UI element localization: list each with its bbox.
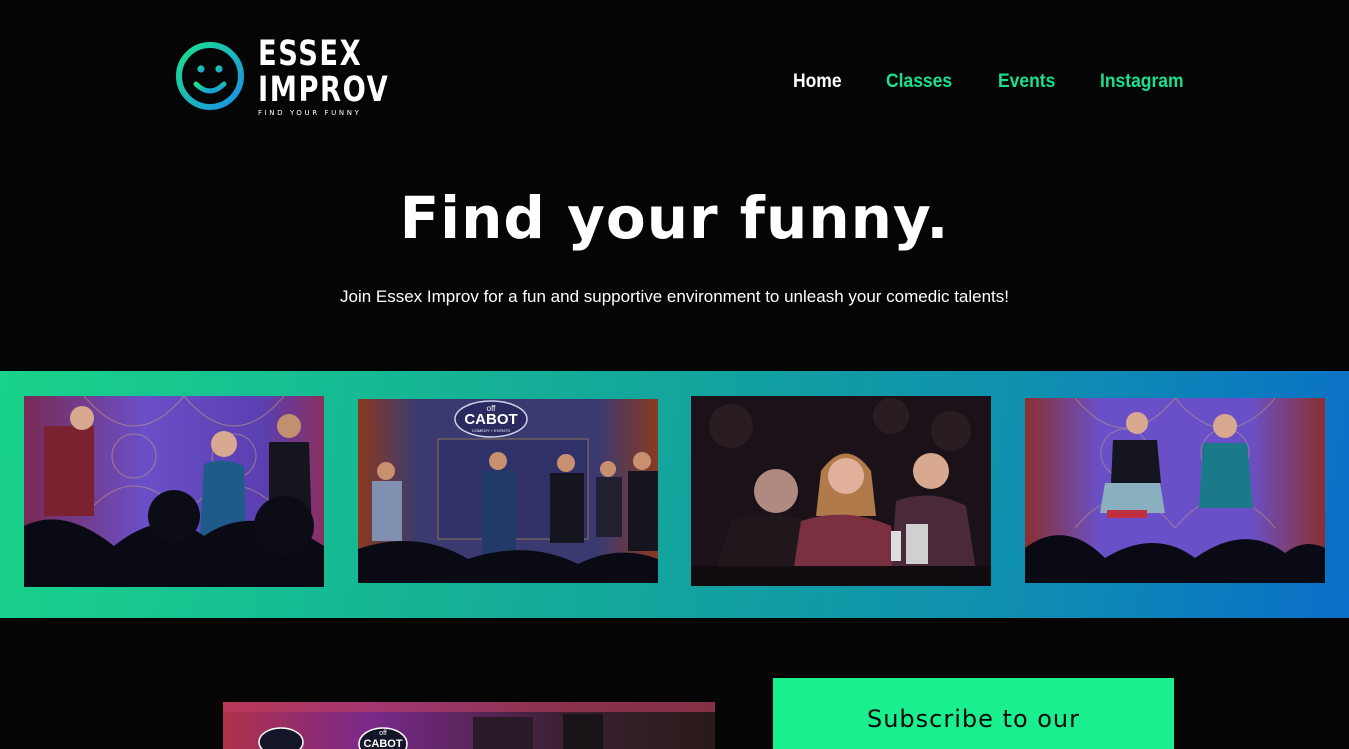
logo-wordmark: ESSEX IMPROV FIND YOUR FUNNY xyxy=(258,36,426,117)
venue-photo: off CABOT xyxy=(223,702,715,749)
subscribe-heading: Subscribe to our xyxy=(866,705,1081,733)
audience-laughing-photo xyxy=(691,396,991,586)
smiley-face-icon xyxy=(176,42,244,110)
sign-cabot-text: CABOT xyxy=(464,411,517,428)
site-logo[interactable]: ESSEX IMPROV FIND YOUR FUNNY xyxy=(174,36,388,120)
nav-instagram-link[interactable]: Instagram xyxy=(1100,70,1184,94)
logo-line-improv: IMPROV xyxy=(258,70,390,110)
improv-performers-photo xyxy=(24,396,324,587)
stage-group-photo: off CABOT COMEDY + EVENTS xyxy=(358,399,658,583)
nav-classes-link[interactable]: Classes xyxy=(886,70,952,94)
subscribe-box: Subscribe to our xyxy=(773,678,1174,749)
hero-section: Find your funny. Join Essex Improv for a… xyxy=(0,180,1349,308)
venue-sign-off-text: off xyxy=(379,730,387,737)
hero-subtitle: Join Essex Improv for a fun and supporti… xyxy=(339,287,1010,306)
main-nav: Home Classes Events Instagram xyxy=(793,70,1231,94)
nav-home-link[interactable]: Home xyxy=(793,70,842,94)
nav-events-link[interactable]: Events xyxy=(998,70,1055,94)
logo-tagline: FIND YOUR FUNNY xyxy=(258,109,362,117)
hero-title: Find your funny. xyxy=(399,184,950,252)
venue-sign-cabot-text: CABOT xyxy=(363,738,402,749)
stage-scene-photo xyxy=(1025,398,1325,583)
sign-subtitle-text: COMEDY + EVENTS xyxy=(472,428,510,433)
photo-gallery-strip: off CABOT COMEDY + EVENTS xyxy=(0,371,1349,618)
site-header: ESSEX IMPROV FIND YOUR FUNNY Home Classe… xyxy=(0,0,1349,150)
logo-line-essex: ESSEX xyxy=(258,34,363,74)
